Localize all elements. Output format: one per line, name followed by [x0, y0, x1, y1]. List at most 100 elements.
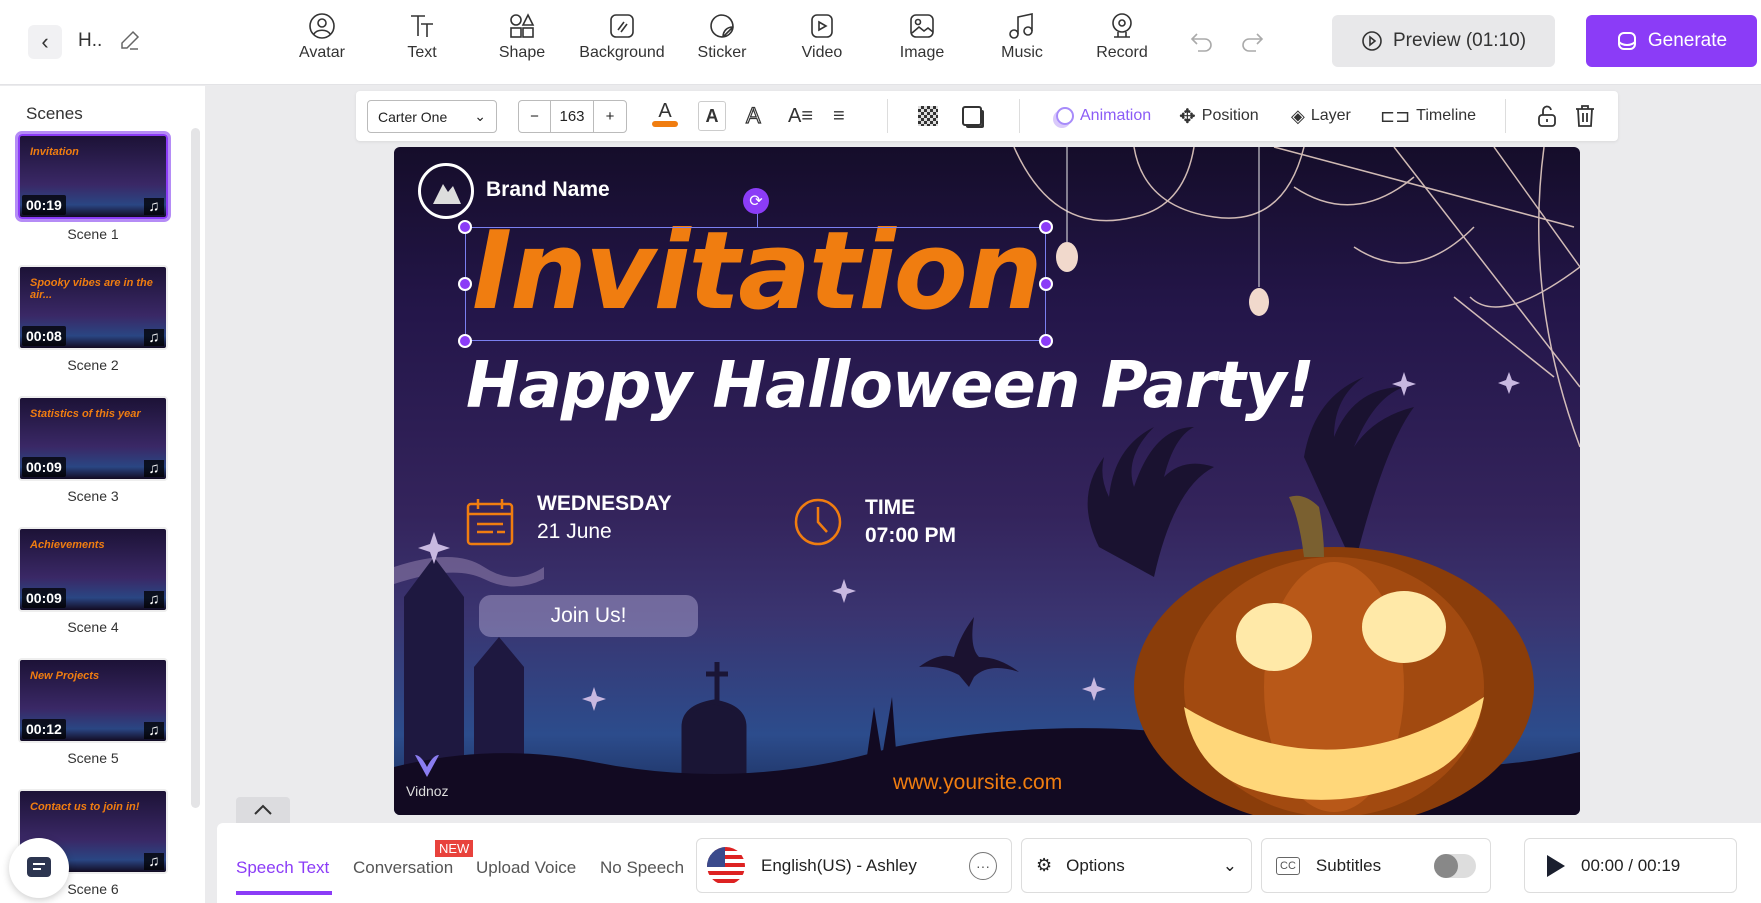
scene-title: New Projects: [30, 670, 100, 682]
tool-video[interactable]: Video: [777, 12, 867, 62]
tool-avatar[interactable]: Avatar: [277, 12, 367, 62]
rotate-handle-icon[interactable]: ⟳: [743, 188, 769, 214]
font-family-select[interactable]: Carter One ⌄: [367, 100, 497, 133]
font-size-stepper[interactable]: − 163 +: [518, 100, 627, 133]
tool-text[interactable]: Text: [377, 12, 467, 62]
grass: [864, 697, 898, 777]
music-icon: [1009, 13, 1033, 39]
tab-conversation[interactable]: Conversation: [353, 858, 453, 878]
unlock-icon[interactable]: [1536, 104, 1558, 128]
more-options-icon[interactable]: ···: [969, 851, 997, 880]
tool-record[interactable]: Record: [1077, 12, 1167, 62]
collapse-panel-button[interactable]: [236, 797, 290, 823]
scene-duration: 00:09: [22, 457, 66, 477]
scene-thumbnail[interactable]: New Projects 00:12 ♫: [18, 658, 168, 743]
active-tab-indicator: [236, 891, 332, 895]
scene-title: Invitation: [30, 146, 79, 158]
text-outline-icon[interactable]: A: [745, 101, 761, 131]
redo-icon[interactable]: [1238, 28, 1266, 56]
resize-handle[interactable]: [1039, 220, 1053, 234]
subtitles-toggle[interactable]: [1434, 853, 1476, 878]
tool-shape[interactable]: Shape: [477, 12, 567, 62]
align-left-icon[interactable]: ≡: [833, 101, 845, 131]
preview-button[interactable]: Preview (01:10): [1332, 15, 1555, 67]
duplicate-icon[interactable]: [962, 106, 982, 126]
scene-thumbnail[interactable]: Achievements 00:09 ♫: [18, 527, 168, 612]
video-icon: [811, 14, 833, 38]
us-flag-icon: [707, 846, 745, 885]
position-button[interactable]: ✥ Position: [1179, 101, 1259, 131]
music-note-icon: ♫: [144, 853, 164, 870]
music-note-icon: ♫: [144, 591, 164, 608]
avatar-icon: [309, 13, 335, 39]
new-badge: NEW: [435, 840, 474, 857]
party-subtitle[interactable]: Happy Halloween Party!: [466, 349, 1315, 423]
voice-select[interactable]: English(US) - Ashley ···: [696, 838, 1012, 893]
generate-icon: [1617, 32, 1636, 50]
feedback-button[interactable]: [9, 838, 69, 898]
rename-pencil-icon[interactable]: [118, 28, 142, 52]
timeline-icon: ⊏⊐: [1380, 105, 1411, 126]
text-color-button[interactable]: A: [652, 101, 678, 131]
options-dropdown[interactable]: ⚙ Options ⌄: [1021, 838, 1252, 893]
resize-handle[interactable]: [1039, 334, 1053, 348]
undo-icon[interactable]: [1188, 28, 1216, 56]
tool-background[interactable]: Background: [577, 12, 667, 62]
animation-button[interactable]: Animation: [1056, 101, 1151, 131]
divider: [1505, 99, 1506, 133]
trash-icon[interactable]: [1574, 104, 1596, 128]
scene-label: Scene 2: [67, 357, 119, 373]
resize-handle[interactable]: [458, 220, 472, 234]
resize-handle[interactable]: [458, 334, 472, 348]
tool-sticker[interactable]: Sticker: [677, 12, 767, 62]
scene-thumbnail[interactable]: Spooky vibes are in the air... 00:08 ♫: [18, 265, 168, 350]
play-icon: [1547, 854, 1565, 877]
background-icon: [610, 14, 634, 38]
text-icon: [411, 15, 433, 37]
play-scene-button[interactable]: 00:00 / 00:19: [1524, 838, 1737, 893]
back-button[interactable]: ‹: [28, 25, 62, 59]
tab-speech-text[interactable]: Speech Text: [236, 858, 329, 878]
vidnoz-watermark: Vidnoz: [406, 752, 449, 799]
shape-icon: [510, 13, 535, 38]
selection-box[interactable]: [458, 212, 1053, 348]
decrease-size-button[interactable]: −: [519, 101, 551, 132]
calendar-icon: [466, 499, 514, 546]
tool-music[interactable]: Music: [977, 12, 1067, 62]
scene-thumbnail[interactable]: Invitation 00:19 ♫: [15, 131, 171, 222]
event-date[interactable]: WEDNESDAY 21 June: [537, 490, 672, 546]
resize-handle[interactable]: [1039, 277, 1053, 291]
website-text[interactable]: www.yoursite.com: [893, 771, 1062, 795]
transparency-icon[interactable]: [918, 106, 938, 126]
sticker-icon: [710, 14, 734, 38]
tab-no-speech[interactable]: No Speech: [600, 858, 684, 878]
scene-title: Achievements: [30, 539, 105, 551]
join-us-button[interactable]: Join Us!: [479, 595, 698, 637]
resize-handle[interactable]: [458, 277, 472, 291]
scene-duration: 00:19: [22, 195, 66, 215]
scene-label: Scene 3: [67, 488, 119, 504]
timeline-button[interactable]: ⊏⊐ Timeline: [1380, 101, 1476, 131]
scene-label: Scene 5: [67, 750, 119, 766]
text-spacing-icon[interactable]: A≡: [788, 101, 813, 131]
scene-thumbnail[interactable]: Statistics of this year 00:09 ♫: [18, 396, 168, 481]
event-time[interactable]: TIME 07:00 PM: [865, 494, 956, 550]
scene-duration: 00:12: [22, 719, 66, 739]
sidebar-scrollbar[interactable]: [191, 128, 200, 808]
tool-image[interactable]: Image: [877, 12, 967, 62]
record-icon: [1112, 13, 1132, 38]
brand-name[interactable]: Brand Name: [486, 178, 610, 202]
subtitles-control: CC Subtitles: [1261, 838, 1491, 893]
divider: [887, 99, 888, 133]
top-bar: ‹ H.. Avatar Text Shape Background Stick…: [0, 0, 1761, 85]
brand-logo[interactable]: [418, 163, 474, 219]
text-background-icon[interactable]: A: [698, 101, 726, 131]
font-size-input[interactable]: 163: [551, 101, 594, 132]
project-title[interactable]: H..: [78, 30, 102, 52]
scene-canvas[interactable]: Brand Name Invitation ⟳ Happy Halloween …: [394, 147, 1580, 815]
layer-button[interactable]: ◈ Layer: [1291, 101, 1351, 131]
generate-button[interactable]: Generate: [1586, 15, 1757, 67]
mountain-icon: [433, 184, 461, 204]
tab-upload-voice[interactable]: Upload Voice: [476, 858, 576, 878]
increase-size-button[interactable]: +: [594, 101, 626, 132]
